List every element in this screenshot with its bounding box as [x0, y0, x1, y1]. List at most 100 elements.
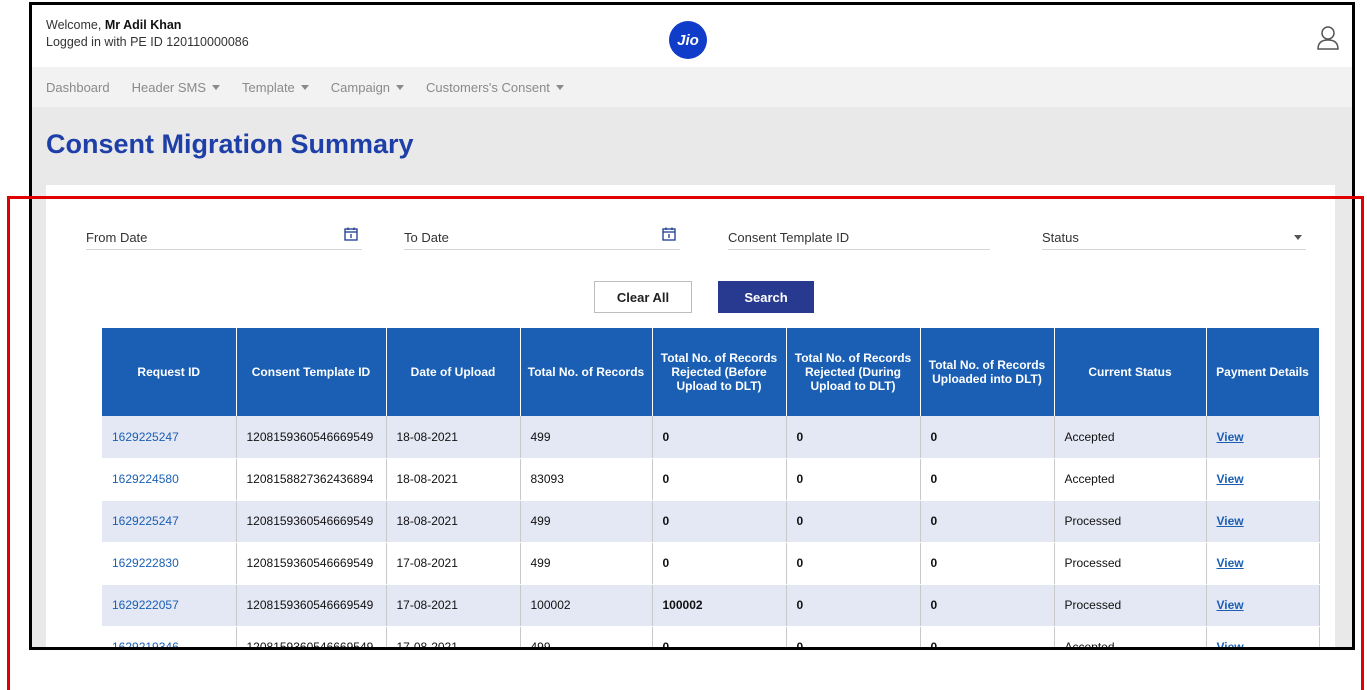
uploaded-cell: 0: [920, 458, 1055, 501]
top-bar: Welcome, Mr Adil Khan Logged in with PE …: [32, 5, 1352, 67]
caret-down-icon: [555, 84, 564, 90]
request-id-link[interactable]: 1629222057: [102, 584, 237, 627]
nav-customers-consent[interactable]: Customers's Consent: [426, 80, 564, 95]
welcome-line: Welcome, Mr Adil Khan: [46, 18, 182, 32]
rejected-before-cell: 0: [652, 626, 787, 647]
template-id-cell: 1208159360546669549: [236, 416, 387, 459]
template-id-cell: 1208159360546669549: [236, 542, 387, 585]
user-name: Mr Adil Khan: [104, 18, 182, 32]
uploaded-cell: 0: [920, 500, 1055, 543]
migration-table: Request ID Consent Template ID Date of U…: [102, 328, 1320, 647]
view-link[interactable]: View: [1206, 500, 1320, 543]
column-header: Total No. of Records Uploaded into DLT): [920, 328, 1055, 416]
caret-down-icon: [396, 84, 405, 90]
upload-date-cell: 17-08-2021: [386, 584, 521, 627]
upload-date-cell: 18-08-2021: [386, 500, 521, 543]
view-link[interactable]: View: [1206, 458, 1320, 501]
upload-date-cell: 18-08-2021: [386, 416, 521, 459]
table-row: 1629224580 1208158827362436894 18-08-202…: [102, 458, 1320, 501]
calendar-icon[interactable]: [662, 227, 676, 241]
caret-down-icon: [300, 84, 309, 90]
nav-dashboard[interactable]: Dashboard: [46, 80, 110, 95]
rejected-during-cell: 0: [786, 626, 921, 647]
rejected-before-cell: 0: [652, 458, 787, 501]
template-id-cell: 1208159360546669549: [236, 584, 387, 627]
status-cell: Processed: [1054, 500, 1207, 543]
rejected-before-cell: 0: [652, 416, 787, 459]
status-cell: Processed: [1054, 542, 1207, 585]
login-line: Logged in with PE ID 120110000086: [46, 35, 249, 49]
user-icon[interactable]: [1316, 25, 1340, 51]
column-header: Total No. of Records: [520, 328, 653, 416]
request-id-link[interactable]: 1629222830: [102, 542, 237, 585]
summary-card: From Date To Date Consent Template ID St…: [46, 185, 1335, 647]
total-records-cell: 499: [520, 416, 653, 459]
template-id-cell: 1208159360546669549: [236, 626, 387, 647]
total-records-cell: 100002: [520, 584, 653, 627]
status-select[interactable]: Status: [1042, 226, 1306, 250]
caret-down-icon: [212, 84, 221, 90]
column-header: Consent Template ID: [236, 328, 387, 416]
rejected-during-cell: 0: [786, 416, 921, 459]
view-link[interactable]: View: [1206, 416, 1320, 459]
template-id-cell: 1208158827362436894: [236, 458, 387, 501]
consent-template-id-field[interactable]: Consent Template ID: [728, 226, 990, 250]
uploaded-cell: 0: [920, 416, 1055, 459]
table-row: 1629225247 1208159360546669549 18-08-202…: [102, 416, 1320, 459]
status-cell: Accepted: [1054, 458, 1207, 501]
uploaded-cell: 0: [920, 626, 1055, 647]
table-row: 1629225247 1208159360546669549 18-08-202…: [102, 500, 1320, 543]
column-header: Current Status: [1054, 328, 1207, 416]
table-row: 1629222057 1208159360546669549 17-08-202…: [102, 584, 1320, 627]
column-header: Total No. of Records Rejected (Before Up…: [652, 328, 787, 416]
total-records-cell: 499: [520, 626, 653, 647]
uploaded-cell: 0: [920, 584, 1055, 627]
view-link[interactable]: View: [1206, 584, 1320, 627]
app-window: Welcome, Mr Adil Khan Logged in with PE …: [29, 2, 1355, 650]
rejected-before-cell: 0: [652, 500, 787, 543]
table-row: 1629222830 1208159360546669549 17-08-202…: [102, 542, 1320, 585]
clear-all-button[interactable]: Clear All: [594, 281, 692, 313]
template-id-cell: 1208159360546669549: [236, 500, 387, 543]
pe-id: 120110000086: [166, 35, 249, 49]
uploaded-cell: 0: [920, 542, 1055, 585]
welcome-block: Welcome, Mr Adil Khan Logged in with PE …: [46, 17, 249, 51]
rejected-during-cell: 0: [786, 500, 921, 543]
column-header: Request ID: [102, 328, 237, 416]
total-records-cell: 499: [520, 542, 653, 585]
column-header: Date of Upload: [386, 328, 521, 416]
rejected-during-cell: 0: [786, 584, 921, 627]
to-date-field[interactable]: To Date: [404, 226, 680, 250]
main-nav: Dashboard Header SMS Template Campaign C…: [32, 67, 1352, 107]
rejected-before-cell: 0: [652, 542, 787, 585]
upload-date-cell: 17-08-2021: [386, 626, 521, 647]
nav-campaign[interactable]: Campaign: [331, 80, 405, 95]
upload-date-cell: 18-08-2021: [386, 458, 521, 501]
search-button[interactable]: Search: [718, 281, 814, 313]
view-link[interactable]: View: [1206, 542, 1320, 585]
from-date-field[interactable]: From Date: [86, 226, 362, 250]
request-id-link[interactable]: 1629219346: [102, 626, 237, 647]
request-id-link[interactable]: 1629225247: [102, 500, 237, 543]
table-header: Request ID Consent Template ID Date of U…: [102, 328, 1320, 416]
calendar-icon[interactable]: [344, 227, 358, 241]
table-row: 1629219346 1208159360546669549 17-08-202…: [102, 626, 1320, 647]
chevron-down-icon: [1294, 235, 1302, 240]
request-id-link[interactable]: 1629225247: [102, 416, 237, 459]
status-cell: Accepted: [1054, 626, 1207, 647]
status-cell: Processed: [1054, 584, 1207, 627]
nav-template[interactable]: Template: [242, 80, 309, 95]
page-title: Consent Migration Summary: [46, 129, 414, 159]
nav-header-sms[interactable]: Header SMS: [132, 80, 221, 95]
rejected-during-cell: 0: [786, 458, 921, 501]
status-cell: Accepted: [1054, 416, 1207, 459]
view-link[interactable]: View: [1206, 626, 1320, 647]
request-id-link[interactable]: 1629224580: [102, 458, 237, 501]
total-records-cell: 499: [520, 500, 653, 543]
jio-logo: Jio: [669, 21, 707, 59]
column-header: Total No. of Records Rejected (During Up…: [786, 328, 921, 416]
rejected-before-cell: 100002: [652, 584, 787, 627]
rejected-during-cell: 0: [786, 542, 921, 585]
total-records-cell: 83093: [520, 458, 653, 501]
column-header: Payment Details: [1206, 328, 1320, 416]
